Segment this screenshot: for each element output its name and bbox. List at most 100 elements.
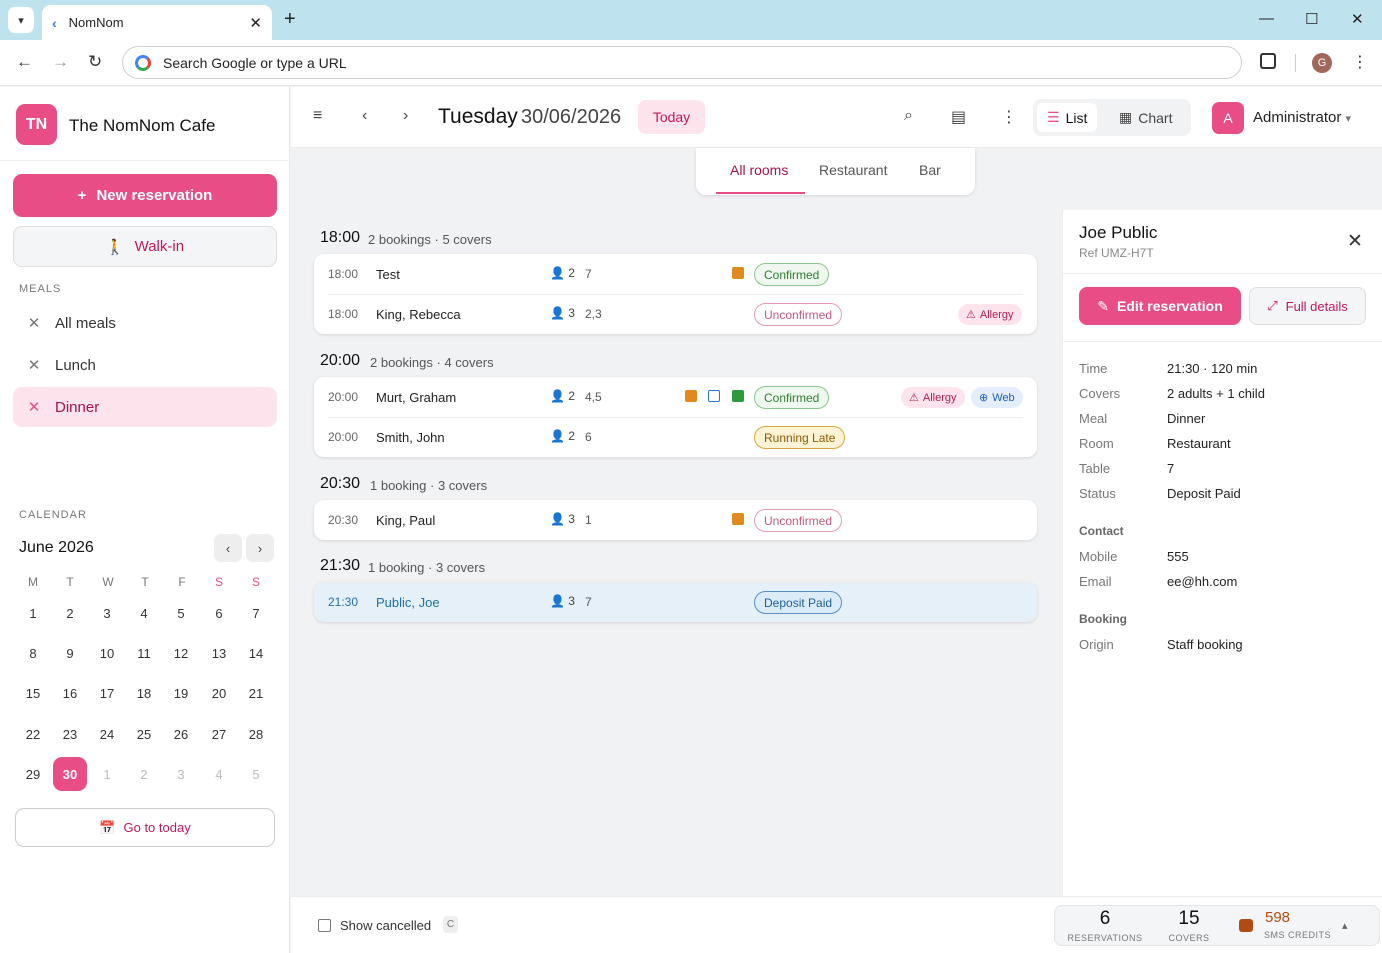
extensions-icon[interactable] [1260,53,1276,69]
calendar-day[interactable]: 24 [90,717,124,751]
booking-row[interactable]: 18:00 Test 👤 2 7 Confirmed [314,254,1037,294]
browser-menu-icon[interactable]: ⋮ [1352,52,1368,72]
calendar-heading: CALENDAR [19,509,87,521]
field-label: Email [1079,574,1112,589]
email-value[interactable]: ee@hh.com [1167,574,1237,589]
meal-item-all[interactable]: ✕ All meals [13,303,277,343]
calendar-day[interactable]: 29 [16,757,50,791]
calendar-day[interactable]: 23 [53,717,87,751]
calendar-day[interactable]: 5 [239,757,273,791]
calendar-day[interactable]: 17 [90,676,124,710]
booking-row[interactable]: 20:30 King, Paul 👤 3 1 Unconfirmed [314,500,1037,540]
new-tab-button[interactable]: + [284,8,296,31]
list-view-button[interactable]: ☰ List [1037,103,1098,132]
calendar-day[interactable]: 27 [202,717,236,751]
tab-bar[interactable]: Bar [919,162,941,178]
browser-tab[interactable]: ‹ NomNom ✕ [42,5,272,40]
full-details-button[interactable]: ⤢ Full details [1249,287,1366,325]
chart-view-button[interactable]: ▦ Chart [1109,103,1182,132]
calendar-day[interactable]: 13 [202,636,236,670]
user-menu[interactable]: Administrator ▾ [1253,109,1351,126]
profile-avatar[interactable]: G [1312,53,1332,73]
prev-month-button[interactable]: ‹ [214,534,242,562]
calendar-day[interactable]: 1 [16,596,50,630]
meal-item-dinner[interactable]: ✕ Dinner [13,387,277,427]
calendar-day[interactable]: 22 [16,717,50,751]
calendar-day[interactable]: 20 [202,676,236,710]
minimize-button[interactable]: — [1259,10,1274,27]
booking-row[interactable]: 20:00 Smith, John 👤 2 6 Running Late [314,417,1037,457]
calendar-day[interactable]: 21 [239,676,273,710]
calendar-day[interactable]: 16 [53,676,87,710]
sms-credits-count: 598 [1265,909,1291,926]
calendar-day[interactable]: 26 [164,717,198,751]
user-avatar[interactable]: A [1212,102,1244,134]
calendar-day[interactable]: 5 [164,596,198,630]
close-icon[interactable]: ✕ [1347,230,1363,253]
covers-count: 15 [1178,908,1200,929]
today-button[interactable]: Today [638,100,705,134]
calendar-day[interactable]: 19 [164,676,198,710]
calendar-day[interactable]: 18 [127,676,161,710]
date-label[interactable]: 30/06/2026 [521,106,621,129]
calendar-day[interactable]: 6 [202,596,236,630]
calendar-day[interactable]: 4 [202,757,236,791]
calendar-day[interactable]: 9 [53,636,87,670]
collapse-sidebar-icon[interactable]: ≡ [313,107,322,125]
mobile-value[interactable]: 555 [1167,549,1189,564]
new-reservation-button[interactable]: + New reservation [13,174,277,217]
next-month-button[interactable]: › [246,534,274,562]
omnibox-input[interactable]: Search Google or type a URL [122,46,1242,79]
calendar-day[interactable]: 3 [90,596,124,630]
calendar-day[interactable]: 3 [164,757,198,791]
allergy-tag: ⚠ Allergy [958,304,1022,325]
reload-button[interactable]: ↻ [88,52,102,72]
calendar-day[interactable]: 11 [127,636,161,670]
tab-restaurant[interactable]: Restaurant [819,162,887,178]
walk-in-button[interactable]: 🚶 Walk-in [13,226,277,267]
more-options-icon[interactable]: ⋮ [1001,107,1017,127]
calendar-day[interactable]: 2 [127,757,161,791]
note-icon [732,267,744,279]
field-label: Covers [1079,386,1121,401]
calendar-day[interactable]: 1 [90,757,124,791]
calendar-day[interactable]: 2 [53,596,87,630]
calendar-day[interactable]: 10 [90,636,124,670]
calendar-day[interactable]: 12 [164,636,198,670]
previous-day-button[interactable]: ‹ [362,107,367,125]
forward-button[interactable]: → [52,52,69,72]
maximize-button[interactable]: ☐ [1305,10,1318,28]
calendar-day[interactable]: 28 [239,717,273,751]
tab-search-button[interactable]: ▾ [8,7,34,33]
next-day-button[interactable]: › [403,107,408,125]
stats-summary[interactable]: 6 RESERVATIONS 15 COVERS 598 SMS CREDITS… [1054,905,1380,946]
group-bookings: 1 booking · 3 covers [368,560,486,575]
booking-row[interactable]: 20:00 Murt, Graham 👤 2 4,5 Confirmed ⚠ Al… [314,377,1037,417]
booking-row[interactable]: 21:30 Public, Joe 👤 3 7 Deposit Paid [314,582,1037,622]
calendar-day[interactable]: 4 [127,596,161,630]
report-icon[interactable]: ▤ [951,107,966,127]
back-button[interactable]: ← [16,52,33,72]
calendar-day[interactable]: 14 [239,636,273,670]
booking-row[interactable]: 18:00 King, Rebecca 👤 3 2,3 Unconfirmed … [314,294,1037,334]
booking-name: King, Paul [376,513,436,528]
calendar-day[interactable]: 30 [53,757,87,791]
go-to-today-button[interactable]: 📅 Go to today [15,808,275,847]
edit-reservation-button[interactable]: ✎ Edit reservation [1079,287,1241,325]
calendar-day[interactable]: 15 [16,676,50,710]
close-window-button[interactable]: ✕ [1351,10,1364,28]
tab-all-rooms[interactable]: All rooms [730,162,788,178]
show-cancelled-label[interactable]: Show cancelled [340,918,431,933]
calendar-day[interactable]: 25 [127,717,161,751]
calendar-day[interactable]: 8 [16,636,50,670]
booking-card: 18:00 Test 👤 2 7 Confirmed 18:00 King, R… [314,254,1037,334]
full-details-label: Full details [1285,298,1348,314]
calendar-day[interactable]: 7 [239,596,273,630]
booking-time: 21:30 [328,595,359,609]
chevron-up-icon[interactable]: ▴ [1342,919,1348,932]
show-cancelled-checkbox[interactable] [318,919,331,932]
booking-covers: 👤 3 [550,306,575,320]
search-icon[interactable]: ⌕ [904,107,913,125]
meal-item-lunch[interactable]: ✕ Lunch [13,345,277,385]
close-tab-icon[interactable]: ✕ [249,14,262,32]
